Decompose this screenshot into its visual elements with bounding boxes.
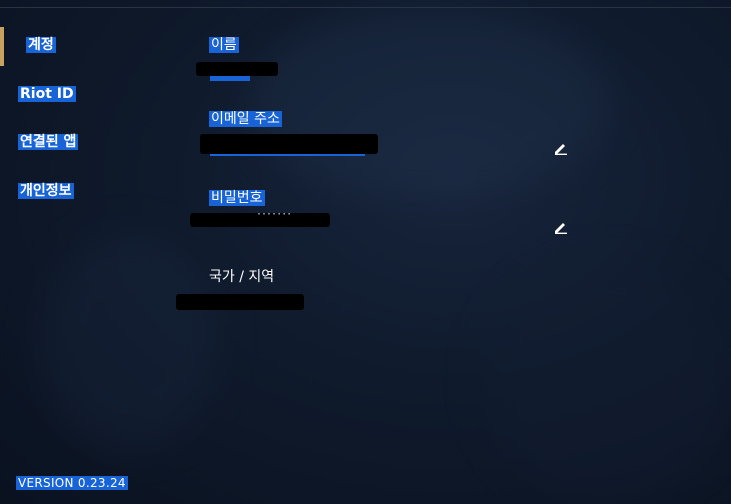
sidebar-item-connected-apps[interactable]: 연결된 앱	[18, 133, 79, 151]
sidebar-item-label: 연결된 앱	[18, 134, 79, 150]
sidebar-item-account[interactable]: 계정	[26, 36, 56, 54]
edit-password-pencil-icon[interactable]	[553, 219, 569, 235]
sidebar-item-label: 계정	[26, 37, 56, 53]
background-art	[250, 10, 610, 200]
top-divider	[0, 7, 731, 8]
region-label: 국가 / 지역	[209, 269, 275, 285]
sidebar-item-label: Riot ID	[18, 86, 76, 102]
region-value-redacted	[176, 294, 304, 310]
email-value-redacted	[200, 134, 378, 154]
sidebar-item-label: 개인정보	[18, 183, 74, 199]
background-art	[40, 230, 220, 450]
edit-email-pencil-icon[interactable]	[553, 140, 569, 156]
version-label: VERSION 0.23.24	[16, 476, 128, 490]
name-label: 이름	[209, 37, 239, 53]
background-art	[480, 260, 730, 500]
active-indicator	[0, 27, 4, 66]
password-masked-value: ·······	[256, 209, 292, 220]
name-value-redacted	[196, 62, 278, 76]
email-label: 이메일 주소	[209, 111, 282, 127]
sidebar-item-riot-id[interactable]: Riot ID	[18, 85, 76, 103]
sidebar-item-privacy[interactable]: 개인정보	[18, 182, 74, 200]
password-label: 비밀번호	[209, 190, 265, 206]
